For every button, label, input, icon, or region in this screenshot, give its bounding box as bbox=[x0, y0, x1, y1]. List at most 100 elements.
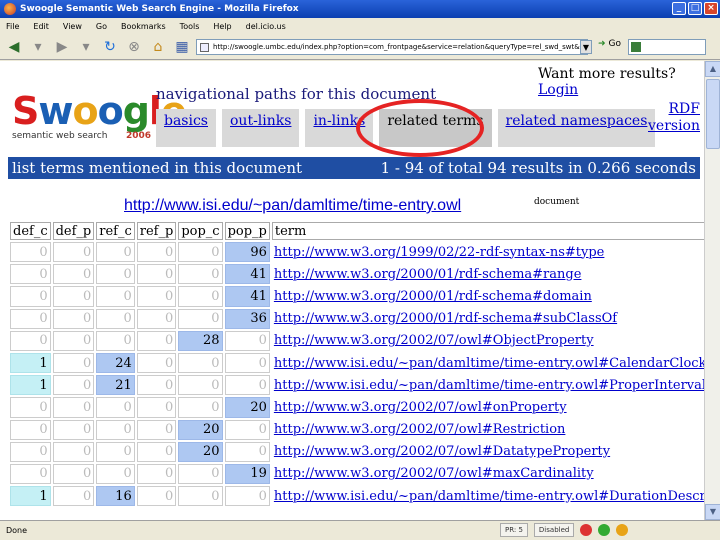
cell-ref-p: 0 bbox=[136, 264, 177, 285]
table-row: 1 0 24 0 0 0 http://www.isi.edu/~pan/damltime/… bbox=[10, 352, 704, 374]
cell-def-c: 0 bbox=[10, 463, 51, 485]
cell-ref-c: 0 bbox=[96, 264, 135, 285]
back-icon[interactable]: ◀ bbox=[4, 37, 24, 57]
document-url-link[interactable]: http://www.isi.edu/~pan/damltime/time-en… bbox=[124, 197, 461, 215]
cell-ref-p: 0 bbox=[136, 486, 177, 507]
menu-delicious[interactable]: del.icio.us bbox=[246, 22, 286, 31]
cell-def-p: 0 bbox=[52, 486, 95, 507]
pagerank-indicator: PR: 5 bbox=[500, 523, 528, 537]
header-def-p: def_p bbox=[52, 222, 95, 240]
address-bar[interactable]: http://swoogle.umbc.edu/index.php?option… bbox=[196, 39, 588, 55]
menu-tools[interactable]: Tools bbox=[180, 22, 200, 31]
menu-go[interactable]: Go bbox=[96, 22, 107, 31]
cell-def-c: 0 bbox=[10, 286, 51, 307]
cell-def-p: 0 bbox=[52, 330, 95, 351]
maximize-button[interactable]: □ bbox=[688, 2, 702, 15]
terms-table: def_c def_p ref_c ref_p pop_c pop_p term… bbox=[8, 220, 704, 508]
firefox-icon bbox=[4, 3, 16, 15]
cell-def-p: 0 bbox=[52, 352, 95, 374]
back-dropdown-icon[interactable]: ▾ bbox=[28, 37, 48, 57]
logo-tagline: semantic web search bbox=[12, 131, 108, 141]
cell-ref-c: 0 bbox=[96, 330, 135, 351]
cell-pop-p: 96 bbox=[224, 242, 270, 263]
term-link[interactable]: http://www.w3.org/2002/07/owl#ObjectProp… bbox=[272, 331, 704, 351]
go-button[interactable]: ➜ Go bbox=[598, 39, 621, 49]
warning-status-icon[interactable] bbox=[616, 524, 629, 536]
scroll-down-icon[interactable]: ▼ bbox=[705, 504, 720, 520]
address-url: http://swoogle.umbc.edu/index.php?option… bbox=[213, 43, 587, 51]
table-row: 0 0 0 0 0 19 http://www.w3.org/2002/07/owl#max… bbox=[10, 463, 704, 485]
stop-icon[interactable]: ⊗ bbox=[124, 37, 144, 57]
cell-pop-p: 0 bbox=[224, 330, 270, 351]
menu-edit[interactable]: Edit bbox=[33, 22, 49, 31]
term-link[interactable]: http://www.w3.org/2002/07/owl#DatatypePr… bbox=[272, 442, 704, 462]
stop-status-icon[interactable] bbox=[580, 524, 593, 536]
login-prompt-text: Want more results? bbox=[538, 66, 676, 82]
cell-def-p: 0 bbox=[52, 419, 95, 440]
ok-status-icon[interactable] bbox=[598, 524, 611, 536]
menu-view[interactable]: View bbox=[63, 22, 82, 31]
menu-bookmarks[interactable]: Bookmarks bbox=[121, 22, 166, 31]
home-icon[interactable]: ⌂ bbox=[148, 37, 168, 57]
scroll-thumb[interactable] bbox=[706, 79, 720, 149]
cell-def-c: 1 bbox=[10, 486, 51, 507]
cell-ref-c: 0 bbox=[96, 463, 135, 485]
term-link[interactable]: http://www.w3.org/2002/07/owl#maxCardina… bbox=[272, 464, 704, 484]
cell-def-p: 0 bbox=[52, 397, 95, 418]
cell-ref-p: 0 bbox=[136, 286, 177, 307]
minimize-button[interactable]: _ bbox=[672, 2, 686, 15]
term-link[interactable]: http://www.isi.edu/~pan/damltime/time-en… bbox=[272, 353, 704, 373]
header-pop-c: pop_c bbox=[178, 222, 223, 240]
cell-def-c: 1 bbox=[10, 375, 51, 396]
rdf-version-link[interactable]: RDF version bbox=[648, 101, 700, 135]
cell-def-c: 0 bbox=[10, 264, 51, 285]
cell-ref-c: 0 bbox=[96, 308, 135, 329]
term-link[interactable]: http://www.isi.edu/~pan/damltime/time-en… bbox=[272, 375, 704, 395]
scroll-up-icon[interactable]: ▲ bbox=[705, 61, 720, 77]
cell-def-c: 0 bbox=[10, 330, 51, 351]
cell-def-c: 0 bbox=[10, 242, 51, 263]
term-link[interactable]: http://www.w3.org/2000/01/rdf-schema#dom… bbox=[272, 286, 704, 306]
forward-dropdown-icon[interactable]: ▾ bbox=[76, 37, 96, 57]
tab-out-links[interactable]: out-links bbox=[222, 109, 300, 147]
cell-pop-c: 0 bbox=[178, 463, 223, 485]
table-row: 1 0 16 0 0 0 http://www.isi.edu/~pan/damltime/… bbox=[10, 486, 704, 507]
term-link[interactable]: http://www.w3.org/2002/07/owl#Restrictio… bbox=[272, 420, 704, 440]
reload-icon[interactable]: ↻ bbox=[100, 37, 120, 57]
search-engine-icon bbox=[631, 42, 641, 52]
status-text: Done bbox=[6, 526, 28, 535]
cell-pop-p: 36 bbox=[224, 308, 270, 329]
vertical-scrollbar[interactable]: ▲ ▼ bbox=[704, 61, 720, 520]
highlight-circle-annotation bbox=[356, 99, 484, 157]
menu-bar: File Edit View Go Bookmarks Tools Help d… bbox=[0, 18, 720, 34]
term-link[interactable]: http://www.isi.edu/~pan/damltime/time-en… bbox=[272, 486, 704, 506]
go-label: Go bbox=[608, 39, 622, 49]
bookmark-icon[interactable]: ▦ bbox=[172, 37, 192, 57]
cell-ref-c: 0 bbox=[96, 419, 135, 440]
cell-pop-p: 0 bbox=[224, 352, 270, 374]
term-link[interactable]: http://www.w3.org/2002/07/owl#onProperty bbox=[272, 397, 704, 417]
menu-help[interactable]: Help bbox=[213, 22, 231, 31]
cell-pop-p: 0 bbox=[224, 486, 270, 507]
cell-ref-p: 0 bbox=[136, 397, 177, 418]
window-titlebar: Swoogle Semantic Web Search Engine - Moz… bbox=[0, 0, 720, 18]
term-link[interactable]: http://www.w3.org/2000/01/rdf-schema#sub… bbox=[272, 309, 704, 329]
cell-pop-p: 0 bbox=[224, 441, 270, 462]
tab-basics[interactable]: basics bbox=[156, 109, 216, 147]
search-box[interactable] bbox=[628, 39, 706, 55]
table-body: 0 0 0 0 0 96 http://www.w3.org/1999/02/22-rdf-… bbox=[10, 242, 704, 507]
address-dropdown-icon[interactable]: ▼ bbox=[580, 40, 592, 54]
login-link[interactable]: Login bbox=[538, 82, 578, 98]
tab-related-namespaces[interactable]: related namespaces bbox=[497, 109, 656, 147]
term-link[interactable]: http://www.w3.org/1999/02/22-rdf-syntax-… bbox=[272, 242, 704, 262]
close-button[interactable]: × bbox=[704, 2, 718, 15]
results-bar: list terms mentioned in this document 1 … bbox=[8, 157, 700, 179]
term-link[interactable]: http://www.w3.org/2000/01/rdf-schema#ran… bbox=[272, 264, 704, 284]
forward-icon[interactable]: ▶ bbox=[52, 37, 72, 57]
cell-pop-c: 0 bbox=[178, 486, 223, 507]
cell-def-c: 0 bbox=[10, 308, 51, 329]
menu-file[interactable]: File bbox=[6, 22, 19, 31]
cell-pop-c: 0 bbox=[178, 352, 223, 374]
table-row: 0 0 0 0 28 0 http://www.w3.org/2002/07/owl#Obj… bbox=[10, 330, 704, 351]
cell-pop-c: 0 bbox=[178, 242, 223, 263]
